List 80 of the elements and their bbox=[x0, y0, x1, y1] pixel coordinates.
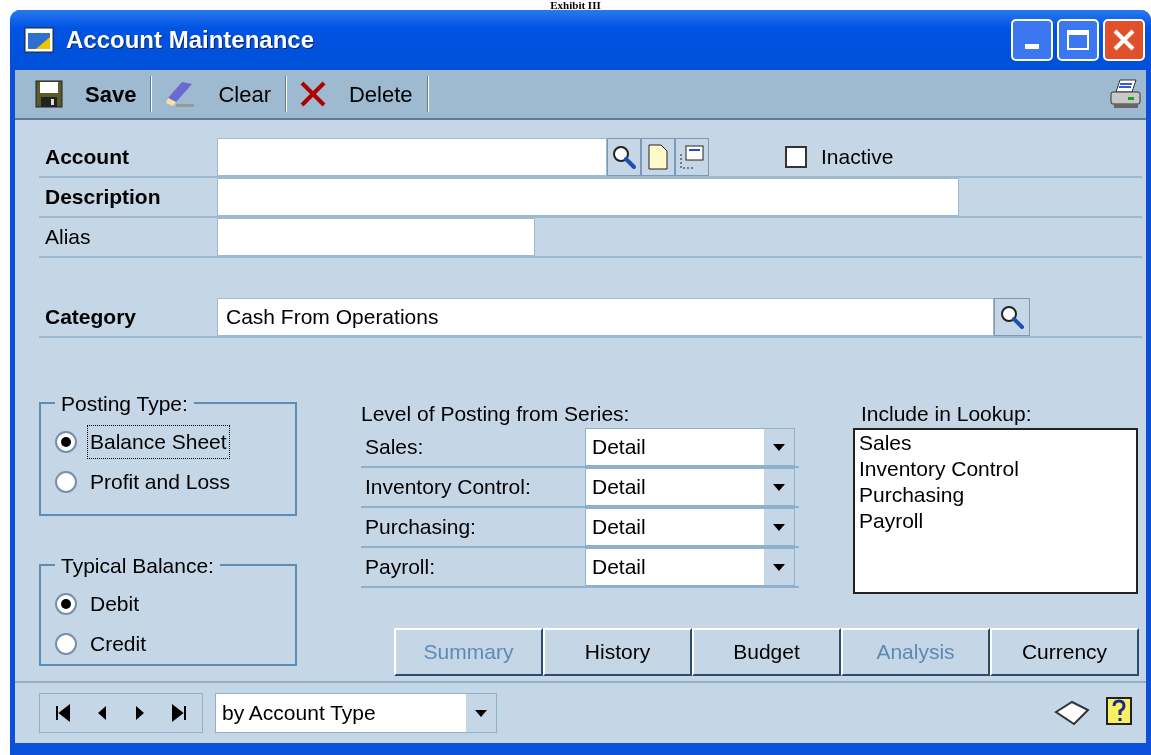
window-app-icon bbox=[24, 27, 54, 53]
list-item[interactable]: Payroll bbox=[859, 508, 1132, 534]
toolbar-button[interactable]: Clear bbox=[164, 74, 285, 114]
dropdown-arrow-button[interactable] bbox=[764, 549, 794, 585]
posting-level-dropdown[interactable]: Detail bbox=[585, 468, 795, 506]
text-field[interactable] bbox=[217, 178, 959, 216]
posting-level-dropdown[interactable]: Detail bbox=[585, 428, 795, 466]
dropdown-arrow-button[interactable] bbox=[764, 509, 794, 545]
close-icon bbox=[1113, 29, 1135, 51]
field-label: Account bbox=[44, 144, 130, 171]
tab-button: Analysis bbox=[841, 628, 990, 676]
field-label: Description bbox=[44, 184, 162, 211]
text-field[interactable] bbox=[217, 138, 607, 176]
tab-button: Summary bbox=[394, 628, 543, 676]
field-label: Category bbox=[44, 304, 138, 331]
list-item[interactable]: Inventory Control bbox=[859, 456, 1132, 482]
exhibit-caption: Exhibit III bbox=[550, 0, 601, 11]
close-button[interactable] bbox=[1103, 19, 1145, 61]
print-button[interactable] bbox=[1108, 78, 1142, 110]
maximize-icon bbox=[1067, 30, 1089, 50]
lookup-button[interactable] bbox=[994, 298, 1030, 336]
dropdown-value: Detail bbox=[592, 474, 647, 501]
tab-button[interactable]: History bbox=[543, 628, 692, 676]
toolbar-button[interactable]: Save bbox=[35, 74, 151, 114]
series-label: Inventory Control: bbox=[364, 474, 532, 501]
category-field[interactable]: Cash From Operations bbox=[217, 298, 994, 336]
section-title: Include in Lookup: bbox=[860, 401, 1033, 427]
dropdown-value: Detail bbox=[592, 554, 647, 581]
radio-label[interactable]: Credit bbox=[87, 628, 150, 660]
dropdown-value: Detail bbox=[592, 514, 647, 541]
eraser-icon bbox=[164, 80, 197, 108]
posting-level-dropdown[interactable]: Detail bbox=[585, 508, 795, 546]
navigation-button[interactable] bbox=[170, 704, 187, 722]
radio-label[interactable]: Balance Sheet bbox=[87, 425, 230, 459]
radio-button[interactable] bbox=[55, 633, 77, 655]
printer-icon bbox=[1108, 78, 1142, 110]
radio-label[interactable]: Profit and Loss bbox=[87, 466, 234, 498]
page-icon bbox=[648, 144, 668, 170]
dropdown-value: Detail bbox=[592, 434, 647, 461]
toolbar-button[interactable]: Delete bbox=[298, 74, 427, 114]
dropdown-arrow-button[interactable] bbox=[764, 429, 794, 465]
new-note-button[interactable] bbox=[641, 138, 675, 176]
dropdown-arrow-button[interactable] bbox=[764, 469, 794, 505]
caret-icon bbox=[475, 709, 487, 717]
search-icon bbox=[611, 144, 637, 170]
radio-button[interactable] bbox=[55, 593, 77, 615]
sort-dropdown[interactable]: by Account Type bbox=[215, 693, 497, 733]
caret-icon bbox=[773, 523, 785, 531]
checkbox[interactable] bbox=[785, 146, 807, 168]
expansion-button[interactable] bbox=[675, 138, 709, 176]
search-icon bbox=[999, 304, 1025, 330]
lookup-button[interactable] bbox=[607, 138, 641, 176]
navigation-button[interactable] bbox=[55, 704, 72, 722]
caret-icon bbox=[773, 563, 785, 571]
radio-button[interactable] bbox=[55, 471, 77, 493]
series-label: Purchasing: bbox=[364, 514, 477, 541]
dropdown-value: by Account Type bbox=[222, 700, 377, 727]
window-list-icon bbox=[679, 144, 705, 170]
series-label: Payroll: bbox=[364, 554, 437, 581]
delete-x-icon bbox=[298, 80, 327, 108]
posting-level-dropdown[interactable]: Detail bbox=[585, 548, 795, 586]
list-item[interactable]: Sales bbox=[859, 430, 1132, 456]
section-title: Level of Posting from Series: bbox=[361, 401, 631, 427]
window-title: Account Maintenance bbox=[66, 25, 315, 55]
caret-icon bbox=[773, 443, 785, 451]
dropdown-arrow-button[interactable] bbox=[466, 694, 496, 732]
list-item[interactable]: Purchasing bbox=[859, 482, 1132, 508]
radio-label[interactable]: Debit bbox=[87, 588, 143, 620]
text-field[interactable] bbox=[217, 218, 535, 256]
maximize-button[interactable] bbox=[1057, 19, 1099, 61]
minimize-button[interactable] bbox=[1011, 19, 1053, 61]
radio-button[interactable] bbox=[55, 431, 77, 453]
last-record-icon bbox=[170, 704, 187, 722]
caret-icon bbox=[773, 483, 785, 491]
minimize-icon bbox=[1025, 44, 1039, 49]
tab-button[interactable]: Budget bbox=[692, 628, 841, 676]
field-label: Alias bbox=[44, 224, 92, 251]
series-label: Sales: bbox=[364, 434, 425, 461]
first-record-icon bbox=[55, 704, 72, 722]
tab-button[interactable]: Currency bbox=[990, 628, 1139, 676]
